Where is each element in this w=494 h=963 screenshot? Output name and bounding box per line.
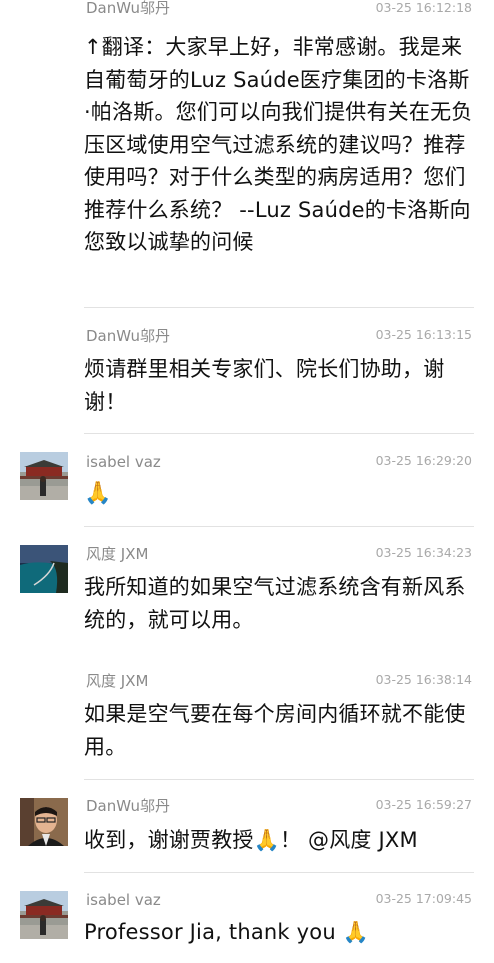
- timestamp: 03-25 16:38:14: [375, 672, 472, 687]
- forbidden-city-photo-icon: [20, 452, 68, 500]
- avatar[interactable]: [20, 798, 68, 846]
- message-text: 烦请群里相关专家们、院长们协助，谢谢！: [84, 357, 445, 414]
- separator: [84, 307, 474, 308]
- forbidden-city-photo-icon: [20, 891, 68, 939]
- timestamp: 03-25 16:59:27: [375, 797, 472, 812]
- sender-name[interactable]: isabel vaz: [86, 453, 161, 471]
- sender-name[interactable]: DanWu邬丹: [86, 797, 170, 815]
- separator: [84, 779, 474, 780]
- message-text: Professor Jia, thank you 🙏: [84, 920, 370, 944]
- timestamp: 03-25 16:29:20: [375, 453, 472, 468]
- avatar[interactable]: [20, 891, 68, 939]
- sender-name[interactable]: isabel vaz: [86, 891, 161, 909]
- coastal-road-photo-icon: [20, 545, 68, 593]
- message-text: 如果是空气要在每个房间内循环就不能使用。: [84, 702, 466, 759]
- message-text: 我所知道的如果空气过滤系统含有新风系统的，就可以用。: [84, 575, 466, 632]
- man-with-glasses-photo-icon: [20, 798, 68, 846]
- separator: [84, 872, 474, 873]
- timestamp: 03-25 16:34:23: [375, 545, 472, 560]
- sender-name[interactable]: DanWu邬丹: [86, 0, 170, 17]
- timestamp: 03-25 17:09:45: [375, 891, 472, 906]
- timestamp: 03-25 16:12:18: [375, 0, 472, 15]
- sender-name[interactable]: 风度 JXM: [86, 672, 148, 690]
- timestamp: 03-25 16:13:15: [375, 327, 472, 342]
- separator: [84, 433, 474, 434]
- separator: [84, 526, 474, 527]
- avatar[interactable]: [20, 452, 68, 500]
- message-text: ↑翻译：大家早上好，非常感谢。我是来自葡萄牙的Luz Saúde医疗集团的卡洛斯…: [84, 35, 473, 254]
- message-text: 收到，谢谢贾教授🙏！ @风度 JXM: [84, 828, 418, 852]
- avatar[interactable]: [20, 545, 68, 593]
- sender-name[interactable]: 风度 JXM: [86, 545, 148, 563]
- sender-name[interactable]: DanWu邬丹: [86, 327, 170, 345]
- message-text: 🙏: [84, 481, 112, 506]
